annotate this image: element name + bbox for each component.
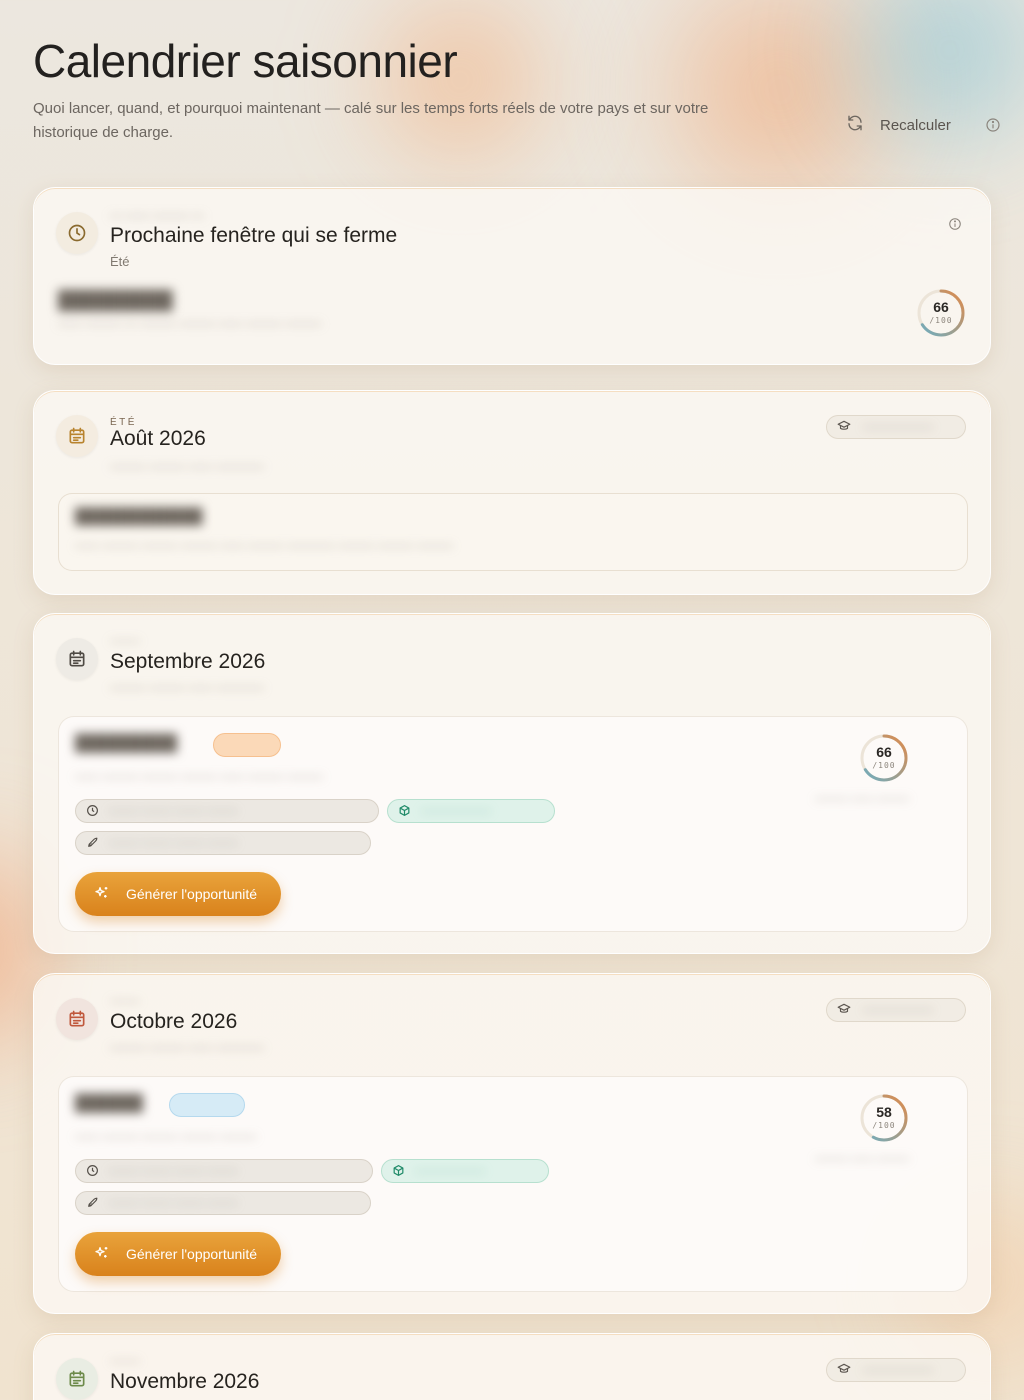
recalculate-label: Recalculer xyxy=(880,116,951,134)
opportunity-card: █████████ —— ——— ——— ——— —— ——— ——— ——— … xyxy=(58,716,968,932)
blurred-meta: ——— —— ——— xyxy=(815,793,910,805)
score-value: 58 xyxy=(876,1104,892,1120)
blurred-title: █████████ xyxy=(58,290,173,310)
status-badge xyxy=(213,733,281,757)
sparkles-icon xyxy=(94,1245,110,1264)
recalculate-button[interactable]: Recalculer xyxy=(846,114,951,136)
refresh-icon xyxy=(846,114,864,136)
blurred-title: ████████████ xyxy=(75,508,203,525)
rocket-icon xyxy=(86,834,99,853)
blurred-description: ——— ——— —— ———— xyxy=(110,459,265,473)
page-subtitle: Quoi lancer, quand, et pourquoi maintena… xyxy=(33,100,709,141)
score-value: 66 xyxy=(876,744,892,760)
blurred-description: —— ——— — ——— ——— —— ——— ——— xyxy=(58,316,322,330)
generate-button-label: Générer l'opportunité xyxy=(126,1246,258,1262)
timing-chip: ——— ——— ——— ——— xyxy=(75,799,379,823)
score-max: /100 xyxy=(872,761,896,770)
education-pill[interactable]: ——————— xyxy=(826,1358,966,1382)
clock-icon xyxy=(86,802,99,821)
clock-icon xyxy=(86,1162,99,1181)
month-card-septembre: ——— Septembre 2026 ——— ——— —— ———— █████… xyxy=(33,613,991,954)
next-window-title: Prochaine fenêtre qui se ferme xyxy=(110,224,398,247)
clock-icon xyxy=(56,212,98,254)
graduation-cap-icon xyxy=(837,418,851,437)
calendar-icon xyxy=(56,638,98,680)
blurred-description: —— ——— ——— ——— —— ——— ——— xyxy=(75,769,324,783)
score-ring: 66 /100 xyxy=(916,288,966,338)
generate-opportunity-button[interactable]: Générer l'opportunité xyxy=(75,1232,281,1276)
info-icon[interactable] xyxy=(948,216,962,235)
next-window-season: Été xyxy=(110,254,130,269)
month-title: Octobre 2026 xyxy=(110,1010,238,1033)
calendar-icon xyxy=(56,1358,98,1400)
product-chip: ——————— xyxy=(381,1159,549,1183)
education-pill[interactable]: ——————— xyxy=(826,998,966,1022)
blurred-description: ——— ——— —— ———— xyxy=(110,1040,265,1054)
channel-chip: ——— ——— ——— ——— xyxy=(75,1191,371,1215)
blurred-kicker: ——— xyxy=(110,1356,140,1367)
blurred-title: █████████ xyxy=(75,735,178,752)
score-ring: 66 /100 xyxy=(859,733,909,783)
card-kicker-blurred: — —— ——— — xyxy=(110,208,205,222)
calendar-icon xyxy=(56,998,98,1040)
graduation-cap-icon xyxy=(837,1361,851,1380)
channel-chip: ——— ——— ——— ——— xyxy=(75,831,371,855)
month-title: Novembre 2026 xyxy=(110,1370,260,1393)
insight-box: ████████████ —— ——— ——— ——— —— ——— ———— … xyxy=(58,493,968,571)
month-title: Août 2026 xyxy=(110,427,206,450)
calendar-icon xyxy=(56,415,98,457)
blurred-title: ██████ xyxy=(75,1095,144,1112)
score-max: /100 xyxy=(872,1121,896,1130)
box-icon xyxy=(398,802,411,821)
timing-chip: ——— ——— ——— ——— xyxy=(75,1159,373,1183)
blurred-kicker: ——— xyxy=(110,996,140,1007)
score-ring: 58 /100 xyxy=(859,1093,909,1143)
page-title: Calendrier saisonnier xyxy=(33,35,458,87)
sparkles-icon xyxy=(94,885,110,904)
generate-button-label: Générer l'opportunité xyxy=(126,886,258,902)
score-max: /100 xyxy=(929,316,953,325)
blurred-meta: ——— —— ——— xyxy=(815,1153,910,1165)
month-card-novembre: ——— Novembre 2026 ——————— xyxy=(33,1333,991,1400)
blurred-description: —— ——— ——— ——— —— ——— ———— ——— ——— ——— xyxy=(75,538,454,552)
blurred-description: ——— ——— —— ———— xyxy=(110,680,265,694)
blurred-description: —— ——— ——— ——— ——— xyxy=(75,1129,257,1143)
generate-opportunity-button[interactable]: Générer l'opportunité xyxy=(75,872,281,916)
info-icon[interactable] xyxy=(985,117,1001,133)
blurred-kicker: ——— xyxy=(110,636,140,647)
rocket-icon xyxy=(86,1194,99,1213)
graduation-cap-icon xyxy=(837,1001,851,1020)
month-title: Septembre 2026 xyxy=(110,650,266,673)
product-chip: ——————— xyxy=(387,799,555,823)
box-icon xyxy=(392,1162,405,1181)
score-value: 66 xyxy=(933,299,949,315)
next-window-card: — —— ——— — Prochaine fenêtre qui se ferm… xyxy=(33,187,991,365)
status-badge xyxy=(169,1093,245,1117)
opportunity-card: ██████ —— ——— ——— ——— ——— ——— ——— ——— ——… xyxy=(58,1076,968,1292)
month-card-aout: ÉTÉ Août 2026 ——— ——— —— ———— ——————— ██… xyxy=(33,390,991,595)
education-pill[interactable]: ——————— xyxy=(826,415,966,439)
month-card-octobre: ——— Octobre 2026 ——— ——— —— ———— ———————… xyxy=(33,973,991,1314)
